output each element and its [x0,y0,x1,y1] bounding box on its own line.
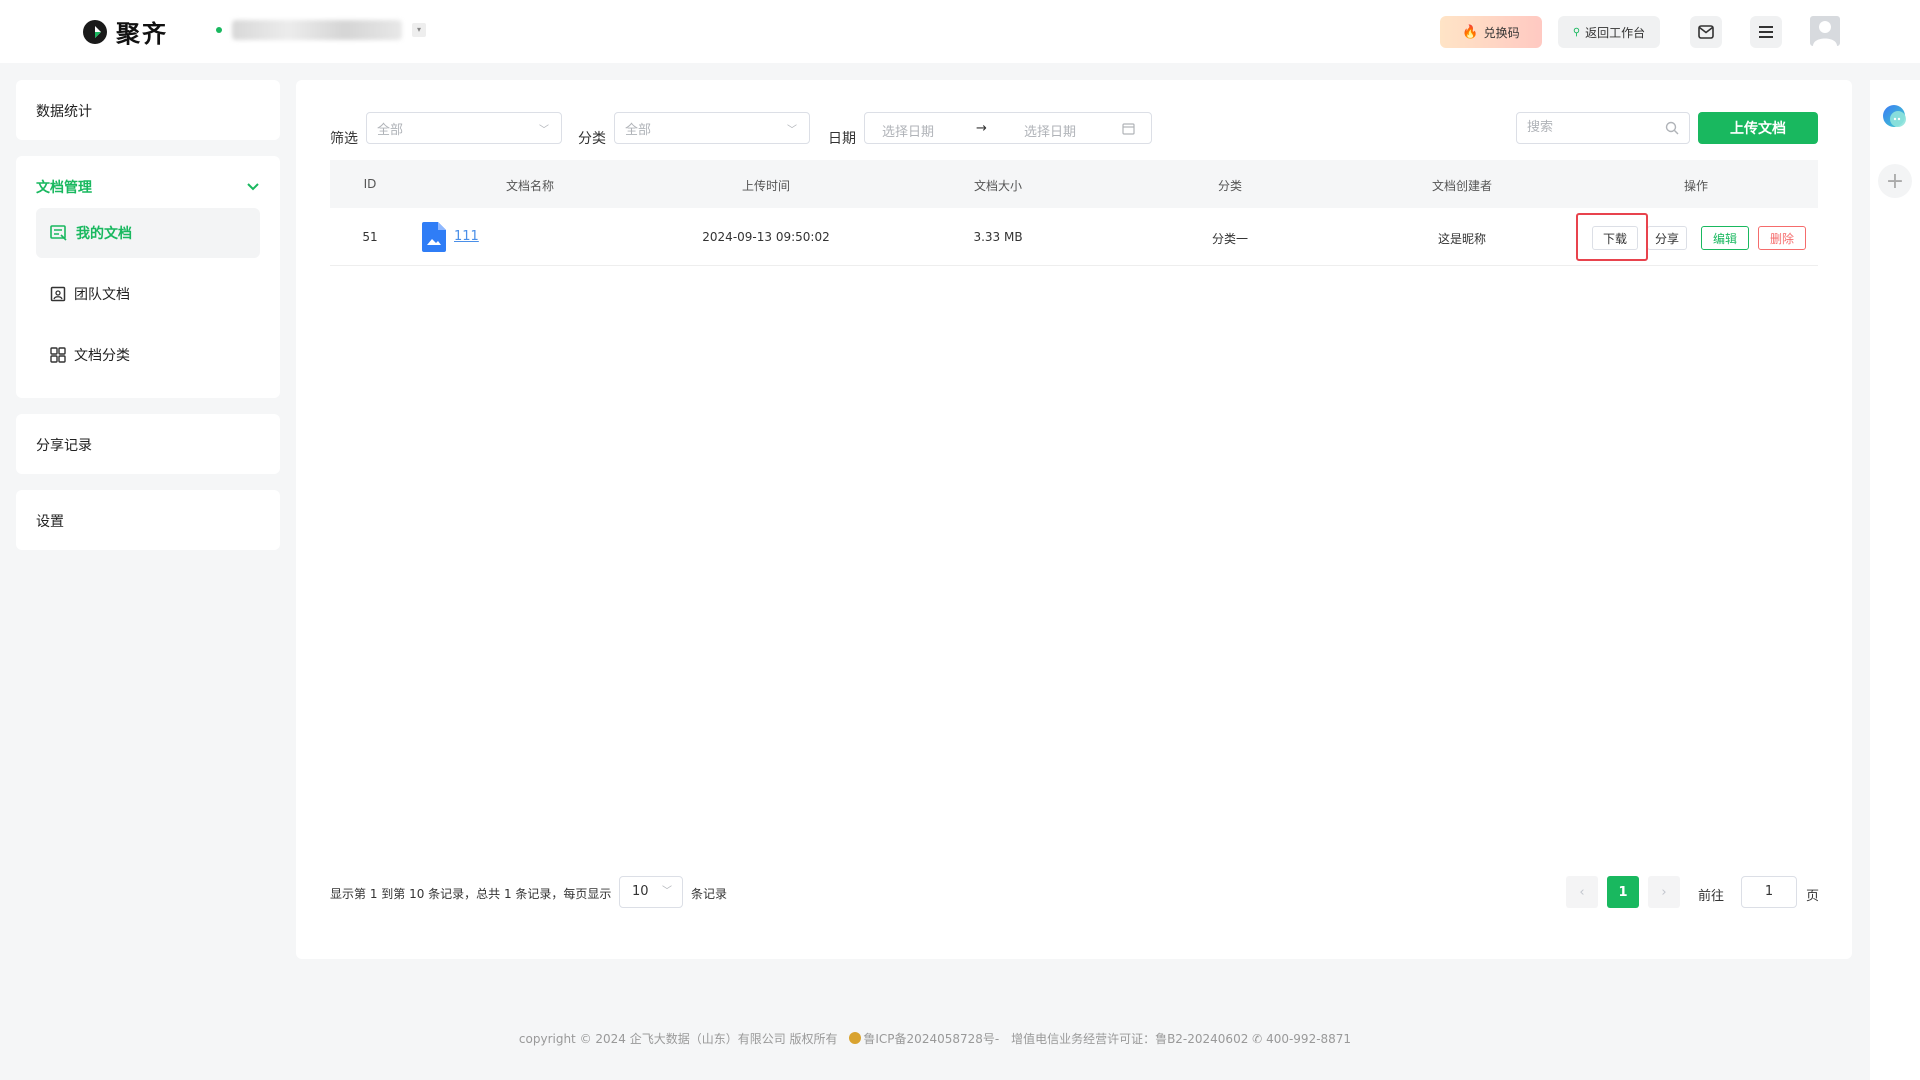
table-header: ID 文档名称 上传时间 文档大小 分类 文档创建者 操作 [330,160,1818,208]
sidebar-item-doc-category[interactable]: 文档分类 [36,330,260,380]
footer-icp-link[interactable]: 鲁ICP备2024058728号- [863,1032,999,1046]
user-avatar[interactable] [1810,16,1840,46]
column-header-actions: 操作 [1683,179,1709,193]
column-header-id: ID [363,177,377,191]
page-suffix: 页 [1806,889,1820,904]
footer-license: 增值电信业务经营许可证：鲁B2-20240602 [1011,1032,1249,1046]
sidebar-item-share-records-label: 分享记录 [36,438,92,454]
team-selector[interactable]: ▾ [216,20,426,40]
column-header-creator: 文档创建者 [1431,179,1493,193]
sidebar-item-stats[interactable]: 数据统计 [16,80,280,140]
delete-button[interactable]: 删除 [1758,226,1806,250]
next-page-button[interactable]: › [1648,876,1680,908]
logo-icon [80,17,110,47]
footer-phone: 400-992-8871 [1266,1032,1352,1046]
page-number-current[interactable]: 1 [1607,876,1639,908]
page-footer: copyright © 2024 企飞大数据（山东）有限公司 版权所有 鲁ICP… [0,1030,1870,1047]
sidebar-item-stats-label: 数据统计 [36,104,92,120]
column-header-upload-time: 上传时间 [741,179,791,193]
app-logo[interactable]: 聚齐 [80,14,168,49]
right-float-bar: + [1870,80,1920,1080]
chevron-down-icon: ﹀ [539,125,549,136]
sidebar-item-doc-category-label: 文档分类 [74,348,130,364]
column-header-name: 文档名称 [505,179,555,193]
caret-down-icon[interactable]: ▾ [412,23,426,37]
date-range-arrow: → [976,121,987,136]
category-select-value: 全部 [625,122,652,138]
phone-icon: ✆ [1252,1032,1263,1046]
prev-page-button[interactable]: ‹ [1566,876,1598,908]
row-id: 51 [362,230,378,244]
goto-page-input[interactable]: 1 [1741,876,1797,908]
search-small-icon: ⚲ [1572,26,1581,38]
chevron-down-icon: ﹀ [787,125,797,136]
filter-select[interactable]: 全部 ﹀ [366,112,562,144]
back-to-workbench-label: 返回工作台 [1585,25,1646,40]
sidebar-group-doc-mgmt-label[interactable]: 文档管理 [36,177,92,197]
category-label: 分类 [578,131,606,147]
search-input[interactable]: 搜索 [1516,112,1690,144]
sidebar-item-share-records[interactable]: 分享记录 [16,414,280,474]
column-header-category: 分类 [1217,179,1243,193]
sidebar-item-settings[interactable]: 设置 [16,490,280,550]
team-name-redacted [232,20,402,40]
filter-select-value: 全部 [377,122,404,138]
records-suffix: 条记录 [691,887,728,901]
sidebar-item-team-docs[interactable]: 团队文档 [36,269,260,319]
edit-button[interactable]: 编辑 [1701,226,1749,250]
fire-icon: 🔥 [1462,24,1479,40]
add-icon[interactable]: + [1878,164,1912,198]
pagination-summary: 显示第 1 到第 10 条记录，总共 1 条记录，每页显示 [330,887,612,901]
sidebar-item-my-docs[interactable]: 我的文档 [36,208,260,258]
date-start-input[interactable]: 选择日期 [882,121,934,140]
page-size-select[interactable]: 10 ﹀ [619,876,683,908]
sidebar-item-my-docs-label: 我的文档 [76,226,132,242]
date-range-picker[interactable]: 选择日期 → 选择日期 [864,112,1152,144]
row-category: 分类一 [1211,232,1249,246]
my-docs-icon [50,225,67,241]
upload-document-button[interactable]: 上传文档 [1698,112,1818,144]
redeem-code-label: 兑换码 [1483,25,1520,40]
download-highlight-box [1576,213,1648,261]
chat-icon[interactable] [1880,102,1910,132]
footer-copyright: copyright © 2024 企飞大数据（山东）有限公司 版权所有 [518,1032,838,1046]
date-end-input[interactable]: 选择日期 [1024,121,1076,140]
chevron-down-icon[interactable] [247,183,259,191]
menu-icon[interactable] [1750,16,1782,48]
sidebar-item-settings-label: 设置 [36,514,64,530]
image-file-icon [422,222,446,252]
category-select[interactable]: 全部 ﹀ [614,112,810,144]
filter-label: 筛选 [330,131,358,147]
date-label: 日期 [828,131,856,147]
document-name-link[interactable]: 111 [454,229,479,244]
grid-icon [50,347,66,363]
status-dot [216,27,222,33]
row-size: 3.33 MB [973,230,1023,244]
back-to-workbench-button[interactable]: ⚲ 返回工作台 [1558,16,1660,48]
goto-label: 前往 [1698,889,1725,904]
chevron-down-icon: ﹀ [662,886,672,897]
app-name: 聚齐 [116,20,168,48]
top-header: 聚齐 ▾ 🔥 兑换码 ⚲ 返回工作台 [0,0,1920,63]
police-badge-icon [849,1032,862,1044]
search-icon[interactable] [1665,121,1679,135]
calendar-icon [1122,123,1135,135]
row-upload-time: 2024-09-13 09:50:02 [702,230,830,244]
share-button[interactable]: 分享 [1647,226,1687,250]
team-docs-icon [50,286,66,302]
page-size-value: 10 [632,884,649,899]
sidebar-item-team-docs-label: 团队文档 [74,287,130,303]
mail-icon[interactable] [1690,16,1722,48]
row-creator: 这是昵称 [1437,232,1487,246]
redeem-code-button[interactable]: 🔥 兑换码 [1440,16,1542,48]
search-placeholder: 搜索 [1527,120,1554,135]
column-header-size: 文档大小 [973,179,1023,193]
